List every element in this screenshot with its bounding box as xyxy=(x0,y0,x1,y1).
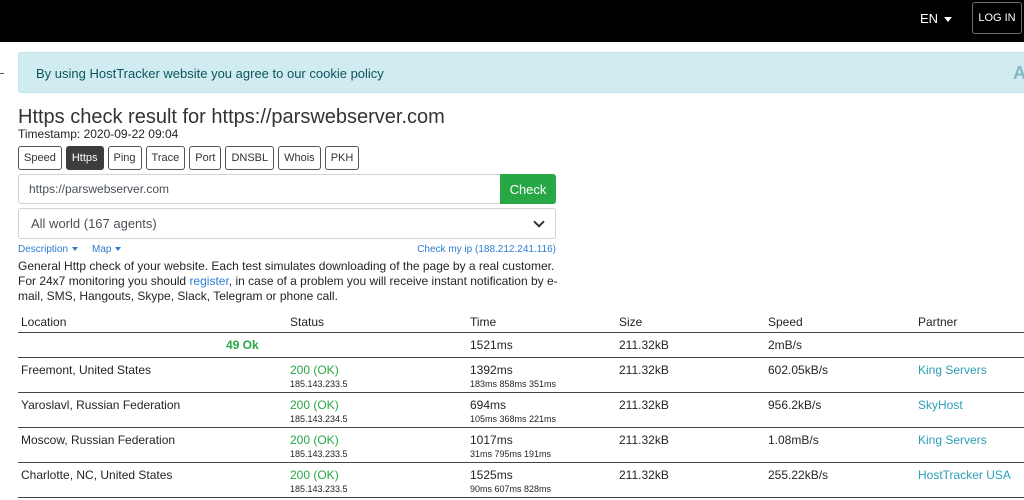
cell-status: 200 (OK) xyxy=(290,433,339,447)
cell-partner[interactable]: King Servers xyxy=(918,433,987,447)
cell-size: 211.32kB xyxy=(619,433,669,447)
header-status: Status xyxy=(290,315,325,329)
cookie-accept-button[interactable]: A xyxy=(1013,63,1024,84)
summary-speed: 2mB/s xyxy=(768,338,803,352)
url-input-value: https://parswebserver.com xyxy=(29,182,170,196)
cell-ip: 185.143.233.5 xyxy=(290,484,348,494)
cell-time: 1525ms xyxy=(470,468,513,482)
cell-size: 211.32kB xyxy=(619,398,669,412)
cookie-policy-link[interactable]: cookie policy xyxy=(309,66,383,81)
tab-port[interactable]: Port xyxy=(189,146,222,170)
tab-whois[interactable]: Whois xyxy=(278,146,321,170)
description-dropdown[interactable]: Description xyxy=(18,244,79,255)
summary-row: 49 Ok 1521ms 211.32kB 2mB/s xyxy=(18,333,1024,358)
cell-partner[interactable]: SkyHost xyxy=(918,398,963,412)
cell-size: 211.32kB xyxy=(619,468,669,482)
tab-ping[interactable]: Ping xyxy=(107,146,142,170)
agents-select-value: All world (167 agents) xyxy=(31,216,157,231)
caret-down-icon xyxy=(115,247,122,252)
table-header: Location Status Time Size Speed Partner xyxy=(18,312,1024,333)
language-dropdown[interactable]: EN xyxy=(920,11,953,26)
header-partner: Partner xyxy=(918,315,958,329)
table-row: Yaroslavl, Russian Federation 200 (OK) 185… xyxy=(18,393,1024,428)
header-size: Size xyxy=(619,315,643,329)
caret-down-icon xyxy=(72,247,79,252)
cell-status: 200 (OK) xyxy=(290,398,339,412)
timestamp: Timestamp: 2020-09-22 09:04 xyxy=(18,127,179,141)
cookie-text-prefix: By using HostTracker website you agree t… xyxy=(36,66,310,81)
url-input[interactable]: https://parswebserver.com xyxy=(18,174,500,204)
cell-speed: 602.05kB/s xyxy=(768,363,829,377)
cell-ip: 185.143.233.5 xyxy=(290,449,348,459)
top-navbar: EN LOG IN xyxy=(0,0,1024,42)
cell-timing: 90ms 607ms 828ms xyxy=(470,484,552,494)
language-label: EN xyxy=(920,11,939,26)
cell-ip: 185.143.233.5 xyxy=(290,379,348,389)
cookie-banner: By using HostTracker website you agree t… xyxy=(18,52,1024,93)
tab-trace[interactable]: Trace xyxy=(145,146,186,170)
cell-speed: 1.08mB/s xyxy=(768,433,819,447)
cell-status: 200 (OK) xyxy=(290,363,339,377)
cell-time: 1017ms xyxy=(470,433,513,447)
cell-timing: 105ms 368ms 221ms xyxy=(470,414,557,424)
cell-partner[interactable]: HostTracker USA xyxy=(918,468,1011,482)
cell-speed: 255.22kB/s xyxy=(768,468,829,482)
tab-https[interactable]: Https xyxy=(65,146,104,170)
chevron-down-icon xyxy=(533,215,545,228)
check-type-tabs: Speed Https Ping Trace Port DNSBL Whois PKH xyxy=(18,146,363,170)
map-dropdown[interactable]: Map xyxy=(92,244,122,255)
cell-location: Yaroslavl, Russian Federation xyxy=(21,398,181,412)
cell-timing: 31ms 795ms 191ms xyxy=(470,449,552,459)
check-button[interactable]: Check xyxy=(500,174,556,204)
description-label: Description xyxy=(18,244,69,255)
summary-size: 211.32kB xyxy=(619,338,669,352)
cell-timing: 183ms 858ms 351ms xyxy=(470,379,557,389)
header-time: Time xyxy=(470,315,497,329)
cell-speed: 956.2kB/s xyxy=(768,398,822,412)
header-location: Location xyxy=(21,315,67,329)
cell-location: Moscow, Russian Federation xyxy=(21,433,176,447)
check-my-ip-link[interactable]: Check my ip (188.212.241.116) xyxy=(417,244,556,255)
table-row: Freemont, United States 200 (OK) 185.143.2… xyxy=(18,358,1024,393)
cell-partner[interactable]: King Servers xyxy=(918,363,987,377)
table-row: Charlotte, NC, United States 200 (OK) 185.… xyxy=(18,463,1024,498)
register-link[interactable]: register xyxy=(189,274,228,288)
table-row: Moscow, Russian Federation 200 (OK) 185.14… xyxy=(18,428,1024,463)
login-button[interactable]: LOG IN xyxy=(972,2,1022,34)
tab-pkh[interactable]: PKH xyxy=(324,146,360,170)
tab-dnsbl[interactable]: DNSBL xyxy=(225,146,275,170)
cookie-text: By using HostTracker website you agree t… xyxy=(36,66,384,81)
cell-time: 1392ms xyxy=(470,363,513,377)
cell-status: 200 (OK) xyxy=(290,468,339,482)
results-table: Location Status Time Size Speed Partner … xyxy=(18,312,1024,498)
summary-time: 1521ms xyxy=(470,338,513,352)
cell-size: 211.32kB xyxy=(619,363,669,377)
edge-marker xyxy=(0,73,4,74)
cell-ip: 185.143.234.5 xyxy=(290,414,348,424)
agents-select[interactable]: All world (167 agents) xyxy=(18,208,556,239)
page-title: Https check result for https://parswebse… xyxy=(18,106,445,128)
cell-location: Charlotte, NC, United States xyxy=(21,468,173,482)
tab-speed[interactable]: Speed xyxy=(18,146,62,170)
caret-down-icon xyxy=(944,17,953,23)
cell-location: Freemont, United States xyxy=(21,363,152,377)
header-speed: Speed xyxy=(768,315,803,329)
description-text: General Http check of your website. Each… xyxy=(18,259,558,304)
map-label: Map xyxy=(92,244,112,255)
ok-count: 49 Ok xyxy=(226,338,259,352)
cell-time: 694ms xyxy=(470,398,507,412)
